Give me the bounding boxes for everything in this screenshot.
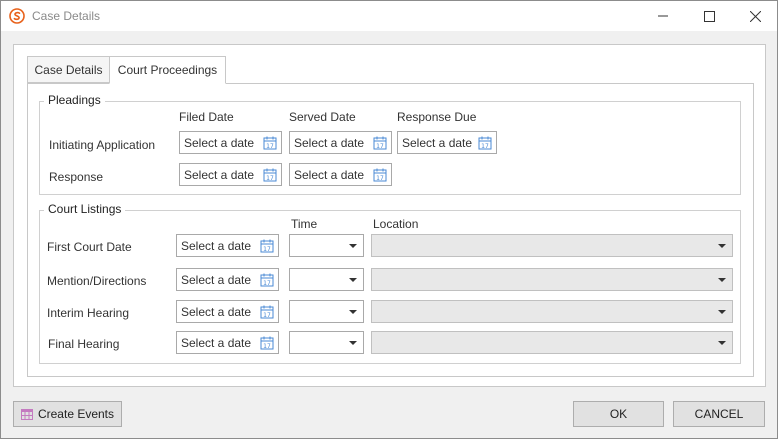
initiating-served-date-picker[interactable]: Select a date 17 — [289, 131, 392, 154]
minimize-icon — [658, 11, 668, 21]
content-area: Case Details Court Proceedings Pleadings… — [13, 44, 766, 387]
chevron-down-icon — [349, 341, 357, 345]
chevron-down-icon — [718, 341, 726, 345]
mention-directions-label: Mention/Directions — [47, 274, 147, 288]
mention-directions-location-select[interactable] — [371, 268, 733, 291]
case-details-window: Case Details Case Details Court Proceedi… — [0, 0, 778, 439]
served-date-header: Served Date — [289, 110, 356, 124]
svg-text:17: 17 — [263, 246, 271, 253]
date-placeholder: Select a date — [181, 336, 252, 350]
ok-label: OK — [609, 407, 628, 421]
minimize-button[interactable] — [640, 1, 686, 31]
window-title: Case Details — [32, 9, 101, 23]
close-icon — [749, 10, 761, 22]
calendar-grid-icon — [20, 408, 33, 420]
interim-hearing-location-select[interactable] — [371, 300, 733, 323]
court-listings-group: Court Listings Time Location First Court… — [39, 202, 741, 364]
court-listings-legend: Court Listings — [44, 202, 126, 216]
svg-text:17: 17 — [376, 143, 384, 150]
chevron-down-icon — [718, 278, 726, 282]
location-header: Location — [373, 217, 419, 231]
chevron-down-icon — [349, 278, 357, 282]
response-filed-date-picker[interactable]: Select a date 17 — [179, 163, 282, 186]
pleadings-group: Pleadings Filed Date Served Date Respons… — [39, 93, 741, 195]
first-court-time-select[interactable] — [289, 234, 364, 257]
final-hearing-location-select[interactable] — [371, 331, 733, 354]
chevron-down-icon — [349, 244, 357, 248]
chevron-down-icon — [718, 244, 726, 248]
date-placeholder: Select a date — [181, 239, 252, 253]
calendar-icon[interactable]: 17 — [478, 136, 492, 150]
date-placeholder: Select a date — [294, 136, 365, 150]
tab-case-details[interactable]: Case Details — [27, 56, 110, 83]
first-court-location-select[interactable] — [371, 234, 733, 257]
svg-text:17: 17 — [266, 143, 274, 150]
calendar-icon[interactable]: 17 — [263, 168, 277, 182]
first-court-date-picker[interactable]: Select a date 17 — [176, 234, 279, 257]
pleadings-legend: Pleadings — [44, 93, 105, 107]
final-hearing-label: Final Hearing — [48, 337, 120, 351]
response-served-date-picker[interactable]: Select a date 17 — [289, 163, 392, 186]
calendar-icon[interactable]: 17 — [373, 168, 387, 182]
tab-label: Case Details — [34, 63, 103, 77]
calendar-icon[interactable]: 17 — [260, 273, 274, 287]
svg-text:17: 17 — [481, 143, 489, 150]
calendar-icon[interactable]: 17 — [260, 305, 274, 319]
tab-label: Court Proceedings — [117, 63, 218, 77]
initiating-filed-date-picker[interactable]: Select a date 17 — [179, 131, 282, 154]
final-hearing-date-picker[interactable]: Select a date 17 — [176, 331, 279, 354]
court-proceedings-panel: Pleadings Filed Date Served Date Respons… — [27, 83, 754, 377]
close-button[interactable] — [732, 1, 778, 31]
svg-text:17: 17 — [263, 343, 271, 350]
create-events-label: Create Events — [37, 407, 115, 421]
maximize-icon — [703, 10, 715, 22]
initiating-application-label: Initiating Application — [49, 138, 156, 152]
calendar-icon[interactable]: 17 — [263, 136, 277, 150]
time-header: Time — [291, 217, 318, 231]
tab-court-proceedings[interactable]: Court Proceedings — [109, 56, 226, 84]
svg-text:17: 17 — [266, 175, 274, 182]
response-label: Response — [49, 170, 104, 184]
date-placeholder: Select a date — [294, 168, 365, 182]
date-placeholder: Select a date — [184, 136, 255, 150]
date-placeholder: Select a date — [181, 273, 252, 287]
calendar-icon[interactable]: 17 — [260, 239, 274, 253]
interim-hearing-date-picker[interactable]: Select a date 17 — [176, 300, 279, 323]
mention-directions-date-picker[interactable]: Select a date 17 — [176, 268, 279, 291]
title-bar[interactable]: Case Details — [1, 1, 777, 31]
create-events-button[interactable]: Create Events — [13, 401, 122, 427]
chevron-down-icon — [349, 310, 357, 314]
response-due-header: Response Due — [397, 110, 477, 124]
mention-directions-time-select[interactable] — [289, 268, 364, 291]
chevron-down-icon — [718, 310, 726, 314]
cancel-label: CANCEL — [694, 407, 744, 421]
cancel-button[interactable]: CANCEL — [673, 401, 765, 427]
s-logo-icon — [9, 8, 25, 24]
interim-hearing-time-select[interactable] — [289, 300, 364, 323]
svg-text:17: 17 — [263, 280, 271, 287]
date-placeholder: Select a date — [402, 136, 473, 150]
filed-date-header: Filed Date — [179, 110, 234, 124]
calendar-icon[interactable]: 17 — [373, 136, 387, 150]
interim-hearing-label: Interim Hearing — [47, 306, 130, 320]
final-hearing-time-select[interactable] — [289, 331, 364, 354]
initiating-response-due-date-picker[interactable]: Select a date 17 — [397, 131, 497, 154]
maximize-button[interactable] — [686, 1, 732, 31]
ok-button[interactable]: OK — [573, 401, 664, 427]
first-court-date-label: First Court Date — [47, 240, 132, 254]
date-placeholder: Select a date — [184, 168, 255, 182]
svg-text:17: 17 — [376, 175, 384, 182]
calendar-icon[interactable]: 17 — [260, 336, 274, 350]
svg-text:17: 17 — [263, 312, 271, 319]
date-placeholder: Select a date — [181, 305, 252, 319]
